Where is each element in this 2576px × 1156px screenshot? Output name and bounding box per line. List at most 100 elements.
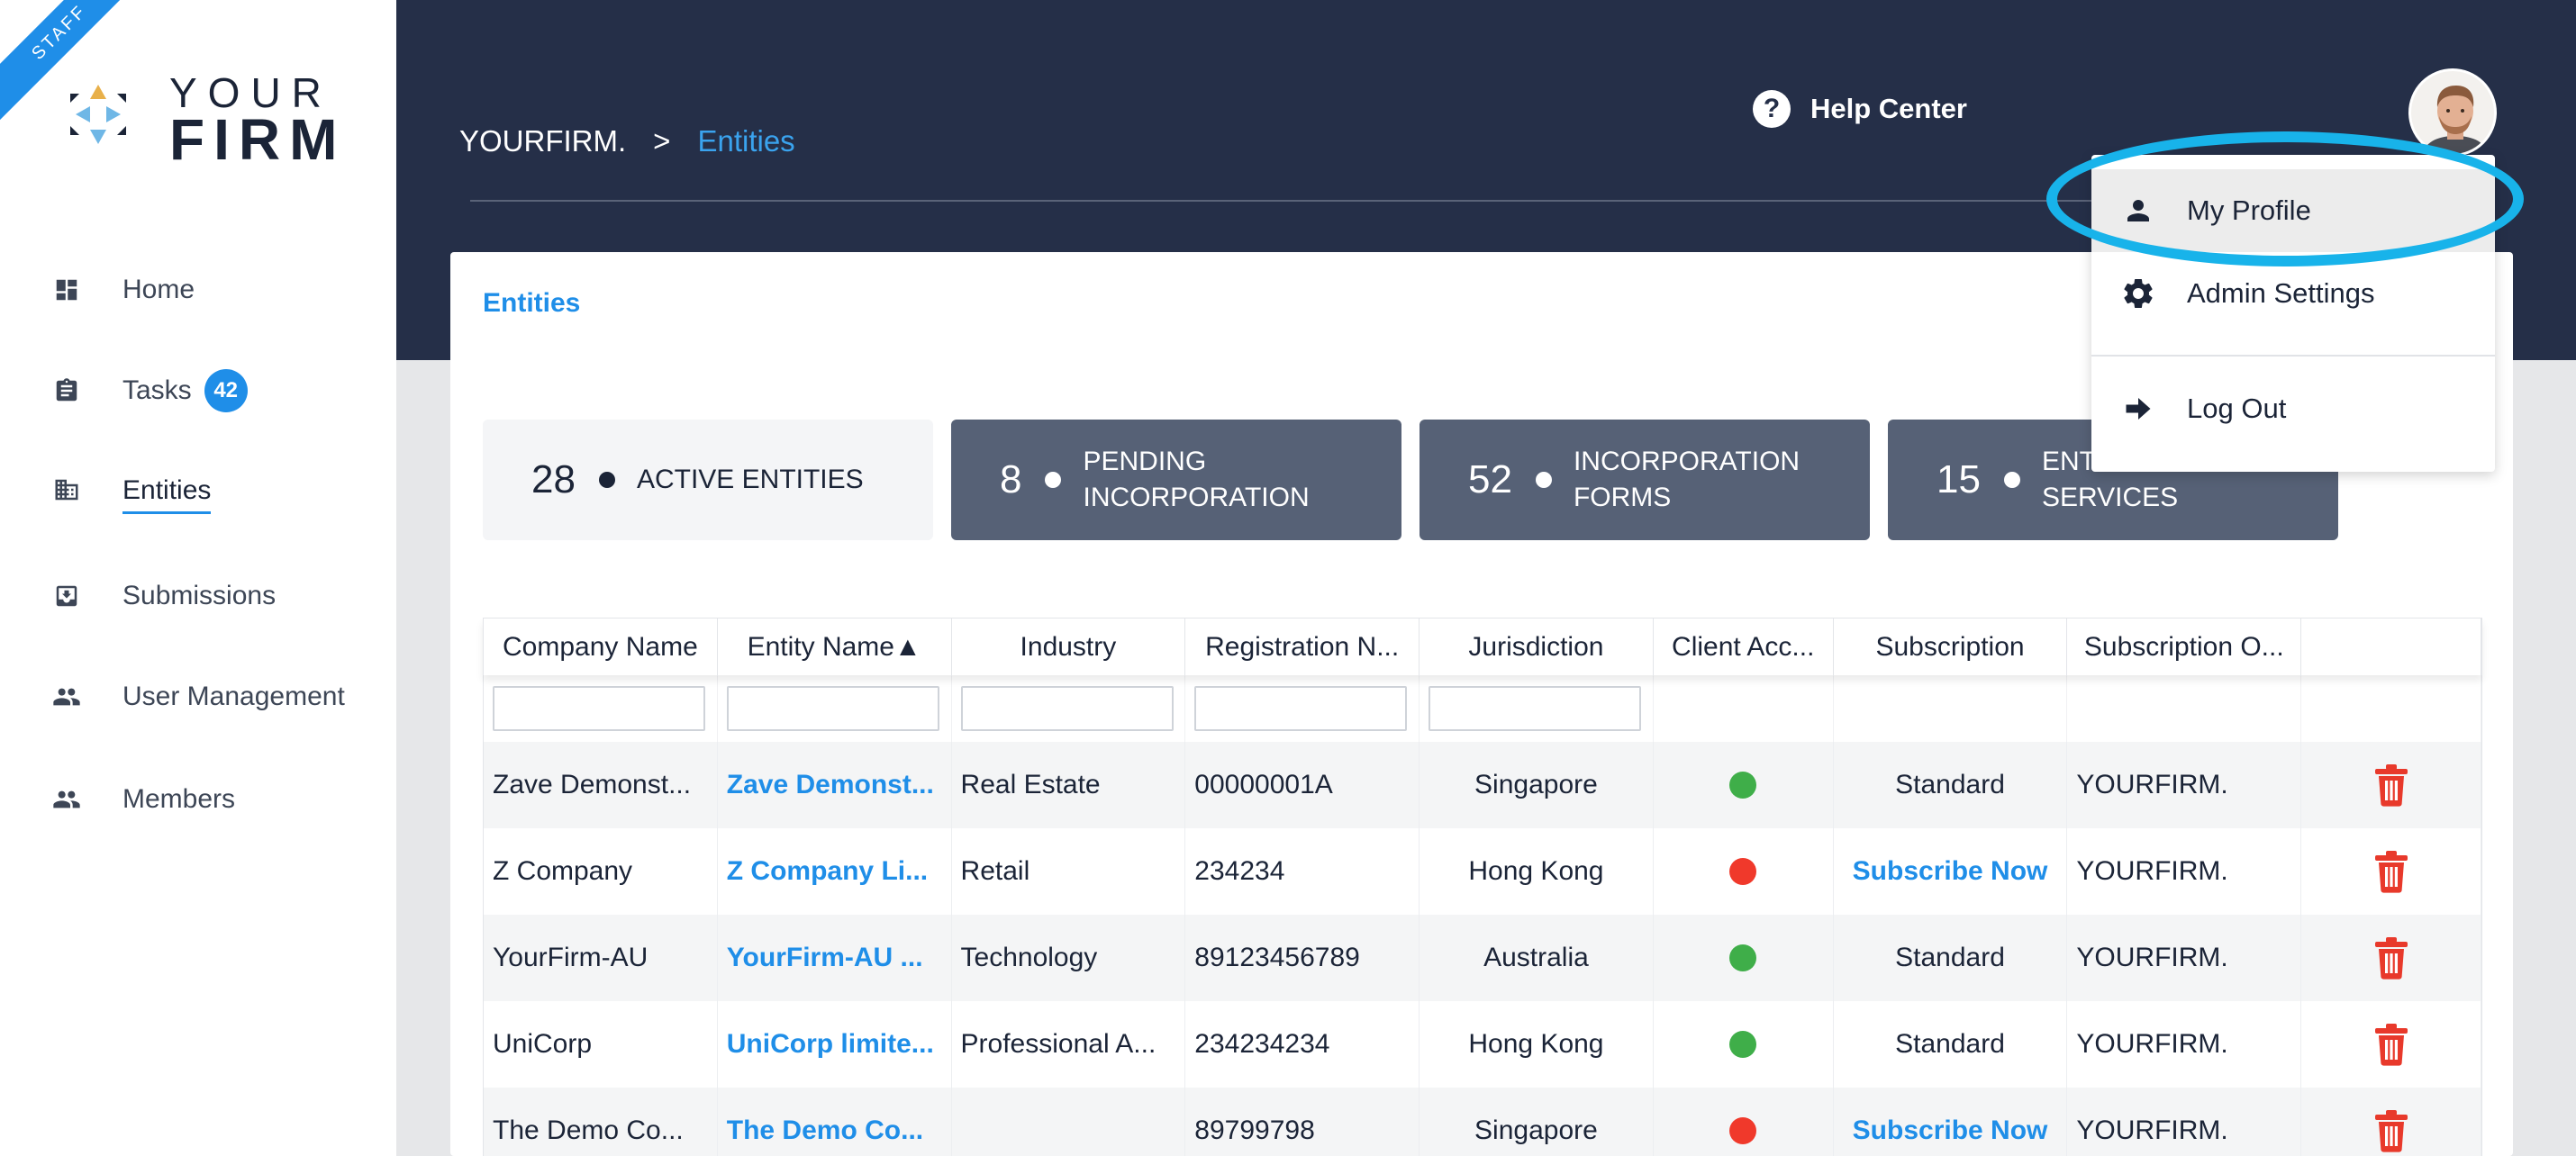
client-access-status-dot — [1729, 1117, 1757, 1144]
subscription-plan: Standard — [1895, 943, 2005, 972]
column-header-registration-number[interactable]: Registration N... — [1185, 619, 1420, 676]
trash-icon[interactable] — [2373, 763, 2409, 807]
filter-industry-input[interactable] — [960, 686, 1174, 731]
cell-jurisdiction: Singapore — [1420, 1088, 1654, 1156]
cell-company-name: YourFirm-AU — [484, 915, 718, 1001]
filter-company-name-input[interactable] — [493, 686, 705, 731]
menu-item-admin-settings[interactable]: Admin Settings — [2091, 252, 2495, 335]
sidebar-item-label: Submissions — [122, 581, 277, 610]
column-header-company-name[interactable]: Company Name — [484, 619, 718, 676]
filter-cell — [2301, 675, 2482, 742]
page-title[interactable]: Entities — [483, 288, 580, 319]
sidebar-item-label: Tasks — [122, 375, 192, 405]
users-icon — [50, 681, 83, 713]
table-row[interactable]: The Demo Co... The Demo Co... 89799798 Sing… — [483, 1088, 2482, 1156]
breadcrumb-root[interactable]: YOURFIRM. — [459, 124, 626, 158]
column-header-entity-name[interactable]: Entity Name▲ — [718, 619, 952, 676]
logo-text-firm: FIRM — [169, 107, 347, 172]
sidebar-item-label: Home — [122, 275, 195, 304]
subscribe-now-link[interactable]: Subscribe Now — [1853, 856, 2048, 887]
cell-industry: Retail — [952, 828, 1186, 915]
cell-entity-name-link[interactable]: Z Company Li... — [718, 828, 952, 915]
cell-subscription: Standard — [1834, 915, 2068, 1001]
stat-label: PENDING INCORPORATION — [1083, 447, 1310, 512]
breadcrumb: YOURFIRM. > Entities — [459, 124, 795, 158]
dashboard-icon — [50, 274, 83, 306]
sidebar-item-tasks[interactable]: Tasks 42 — [50, 364, 375, 418]
clipboard-icon — [50, 375, 83, 407]
logo-mark-icon — [70, 85, 126, 144]
filter-cell — [1654, 675, 1834, 742]
cell-client-access — [1654, 1088, 1834, 1156]
sidebar-item-label: Entities — [122, 475, 212, 514]
breadcrumb-separator: > — [653, 124, 671, 158]
sidebar-item-submissions[interactable]: Submissions — [50, 569, 375, 623]
menu-item-log-out[interactable]: Log Out — [2091, 367, 2495, 450]
sidebar-item-entities[interactable]: Entities — [50, 463, 375, 517]
cell-actions — [2301, 1001, 2482, 1088]
client-access-status-dot — [1729, 1031, 1757, 1058]
breadcrumb-current[interactable]: Entities — [697, 124, 794, 158]
filter-cell — [718, 675, 952, 742]
cell-actions — [2301, 742, 2482, 828]
subscribe-now-link[interactable]: Subscribe Now — [1853, 1115, 2048, 1146]
client-access-status-dot — [1729, 944, 1757, 971]
cell-subscription: Subscribe Now — [1834, 828, 2068, 915]
stat-incorporation-forms[interactable]: 52 INCORPORATION FORMS — [1420, 420, 1870, 540]
table-header: Company Name Entity Name▲ Industry Regis… — [483, 618, 2482, 676]
cell-entity-name-link[interactable]: Zave Demonst... — [718, 742, 952, 828]
help-center-link[interactable]: ? Help Center — [1753, 90, 1967, 128]
subscription-plan: Standard — [1895, 1029, 2005, 1059]
cell-jurisdiction: Singapore — [1420, 742, 1654, 828]
stat-count: 8 — [1000, 457, 1022, 501]
cell-entity-name-link[interactable]: The Demo Co... — [718, 1088, 952, 1156]
cell-subscription-owner: YOURFIRM. — [2067, 915, 2302, 1001]
cell-actions — [2301, 1088, 2482, 1156]
trash-icon[interactable] — [2373, 1023, 2409, 1066]
trash-icon[interactable] — [2373, 936, 2409, 980]
column-header-industry[interactable]: Industry — [952, 619, 1186, 676]
stat-active-entities[interactable]: 28 ACTIVE ENTITIES — [483, 420, 933, 540]
menu-item-label: Log Out — [2187, 393, 2287, 424]
cell-subscription-owner: YOURFIRM. — [2067, 828, 2302, 915]
sidebar-item-members[interactable]: Members — [50, 772, 375, 826]
table-row[interactable]: YourFirm-AU YourFirm-AU ... Technology 8912… — [483, 915, 2482, 1001]
column-header-jurisdiction[interactable]: Jurisdiction — [1420, 619, 1654, 676]
filter-entity-name-input[interactable] — [726, 686, 939, 731]
stat-label: INCORPORATION FORMS — [1573, 447, 1800, 512]
table-row[interactable]: Zave Demonst... Zave Demonst... Real Estat… — [483, 742, 2482, 828]
menu-divider — [2091, 355, 2495, 357]
sidebar-item-home[interactable]: Home — [50, 263, 375, 317]
tasks-count-badge: 42 — [204, 369, 248, 412]
stat-count: 28 — [531, 457, 576, 501]
cell-company-name: Zave Demonst... — [484, 742, 718, 828]
user-avatar[interactable] — [2408, 68, 2497, 157]
column-header-subscription[interactable]: Subscription — [1834, 619, 2068, 676]
table-row[interactable]: Z Company Z Company Li... Retail 234234 Hong… — [483, 828, 2482, 915]
person-icon — [2120, 193, 2156, 229]
column-header-subscription-owner[interactable]: Subscription O... — [2067, 619, 2302, 676]
menu-item-my-profile[interactable]: My Profile — [2091, 169, 2495, 252]
column-header-client-access[interactable]: Client Acc... — [1654, 619, 1834, 676]
cell-entity-name-link[interactable]: UniCorp limite... — [718, 1001, 952, 1088]
inbox-download-icon — [50, 580, 83, 612]
cell-registration-number: 89123456789 — [1185, 915, 1420, 1001]
menu-item-label: My Profile — [2187, 194, 2311, 226]
table-row[interactable]: UniCorp UniCorp limite... Professional A..… — [483, 1001, 2482, 1088]
filter-row — [483, 675, 2482, 742]
trash-icon[interactable] — [2373, 850, 2409, 893]
cell-jurisdiction: Hong Kong — [1420, 1001, 1654, 1088]
filter-cell — [952, 675, 1186, 742]
logo[interactable]: YOUR FIRM — [58, 68, 346, 172]
sidebar-item-user-management[interactable]: User Management — [50, 670, 375, 724]
client-access-status-dot — [1729, 772, 1757, 799]
trash-icon[interactable] — [2373, 1109, 2409, 1152]
filter-cell — [1185, 675, 1420, 742]
bullet-dot — [2003, 472, 2020, 488]
cell-subscription-owner: YOURFIRM. — [2067, 1088, 2302, 1156]
filter-jurisdiction-input[interactable] — [1429, 686, 1642, 731]
help-icon: ? — [1753, 90, 1791, 128]
stat-pending-incorporation[interactable]: 8 PENDING INCORPORATION — [951, 420, 1401, 540]
filter-registration-input[interactable] — [1194, 686, 1408, 731]
cell-entity-name-link[interactable]: YourFirm-AU ... — [718, 915, 952, 1001]
